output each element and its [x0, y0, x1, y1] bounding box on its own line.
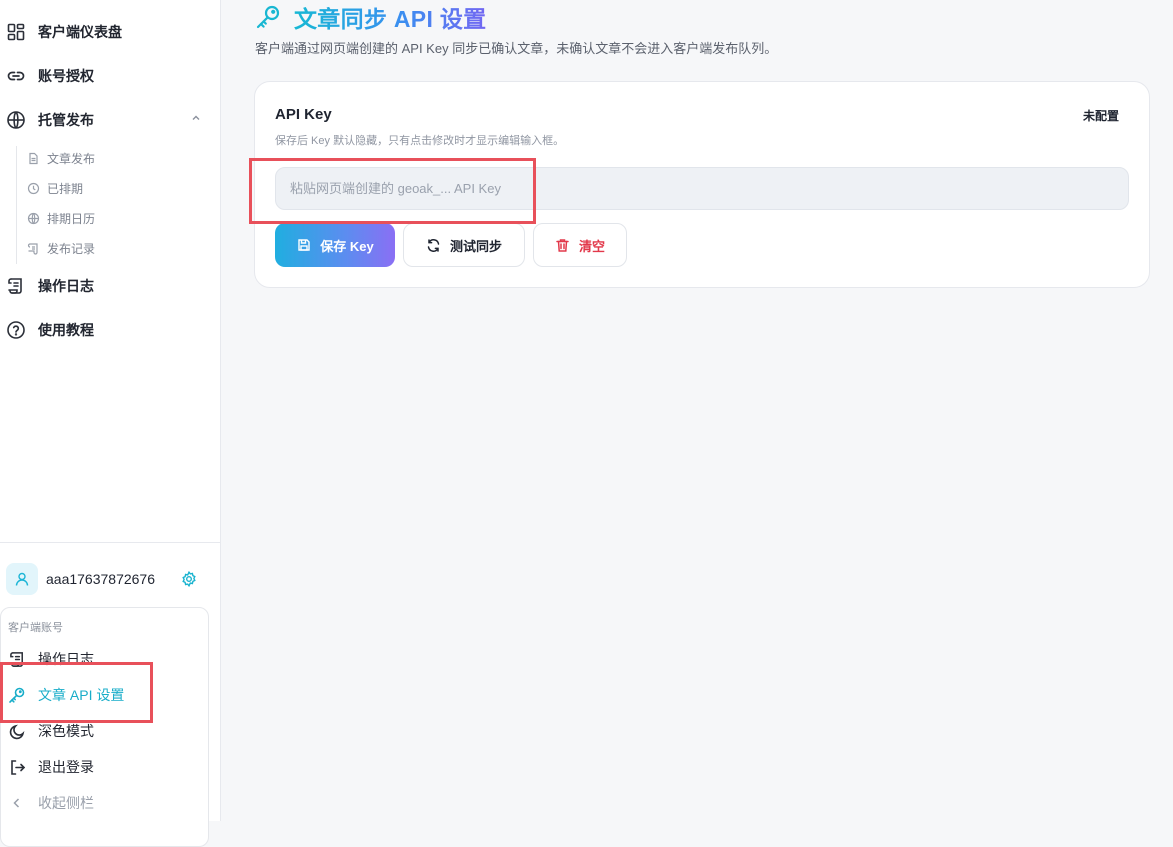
- account-menu: 客户端账号 操作日志 文章 API 设置 深色模式 退出登录 收起侧栏: [0, 607, 209, 847]
- page-title: 文章同步 API 设置: [294, 0, 486, 34]
- sub-item-schedule-calendar[interactable]: 排期日历: [26, 207, 95, 229]
- scroll-icon: [8, 650, 26, 668]
- logout-icon: [8, 758, 26, 776]
- chevron-up-icon: [190, 111, 202, 129]
- menu-item-label: 文章 API 设置: [38, 687, 125, 703]
- globe-icon: [6, 110, 26, 130]
- menu-item-operation-log[interactable]: 操作日志: [1, 644, 208, 674]
- nav-item-label: 客户端仪表盘: [38, 24, 122, 40]
- sub-item-article-publish[interactable]: 文章发布: [26, 147, 95, 169]
- document-icon: [26, 151, 40, 165]
- save-icon: [296, 237, 312, 253]
- clear-button[interactable]: 清空: [533, 223, 627, 267]
- api-key-input[interactable]: [275, 167, 1129, 210]
- sub-item-publish-records[interactable]: 发布记录: [26, 237, 95, 259]
- card-title: API Key: [275, 106, 332, 123]
- menu-item-label: 收起侧栏: [38, 795, 94, 811]
- menu-item-dark-mode[interactable]: 深色模式: [1, 716, 208, 746]
- sub-item-label: 已排期: [47, 181, 84, 196]
- menu-item-label: 深色模式: [38, 723, 94, 739]
- sub-item-label: 排期日历: [47, 211, 96, 226]
- menu-item-label: 操作日志: [38, 651, 94, 667]
- key-icon: [254, 3, 282, 31]
- page-header: 文章同步 API 设置: [254, 2, 486, 32]
- trash-icon: [555, 237, 571, 253]
- sub-item-label: 发布记录: [47, 241, 96, 256]
- link-icon: [6, 66, 26, 86]
- globe-icon: [26, 211, 40, 225]
- clock-icon: [26, 181, 40, 195]
- avatar[interactable]: [6, 563, 38, 595]
- nav-item-label: 账号授权: [38, 68, 94, 84]
- scroll-icon: [6, 276, 26, 296]
- user-profile-row: aaa17637872676: [6, 562, 206, 596]
- sidebar: 客户端仪表盘 账号授权 托管发布 文章发布 已排期 排期日历 发布记录 操作日志…: [0, 0, 221, 847]
- nav-item-label: 托管发布: [38, 112, 94, 128]
- nav-item-label: 操作日志: [38, 278, 94, 294]
- submenu-guide-line: [16, 146, 17, 264]
- nav-item-label: 使用教程: [38, 322, 94, 338]
- dashboard-grid-icon: [6, 22, 26, 42]
- menu-item-article-api-settings[interactable]: 文章 API 设置: [1, 680, 208, 710]
- sub-item-label: 文章发布: [47, 151, 96, 166]
- menu-item-collapse-sidebar[interactable]: 收起侧栏: [1, 788, 208, 818]
- page-subtitle: 客户端通过网页端创建的 API Key 同步已确认文章，未确认文章不会进入客户端…: [255, 41, 778, 56]
- status-badge: 未配置: [1082, 109, 1119, 123]
- user-icon: [15, 572, 29, 586]
- clear-label: 清空: [578, 238, 605, 254]
- account-menu-header: 客户端账号: [8, 622, 63, 634]
- test-sync-button[interactable]: 测试同步: [403, 223, 525, 267]
- save-key-label: 保存 Key: [320, 238, 374, 254]
- sub-item-scheduled[interactable]: 已排期: [26, 177, 83, 199]
- menu-item-label: 退出登录: [38, 759, 94, 775]
- nav-item-operation-log[interactable]: 操作日志: [0, 268, 220, 304]
- save-key-button[interactable]: 保存 Key: [275, 223, 395, 267]
- card-hint: 保存后 Key 默认隐藏，只有点击修改时才显示编辑输入框。: [275, 135, 565, 147]
- help-circle-icon: [6, 320, 26, 340]
- sidebar-divider: [0, 542, 220, 543]
- moon-icon: [8, 722, 26, 740]
- test-sync-label: 测试同步: [449, 238, 502, 254]
- gear-icon[interactable]: [180, 570, 198, 588]
- nav-item-hosted-publish[interactable]: 托管发布: [0, 102, 220, 138]
- api-key-card: API Key 未配置 保存后 Key 默认隐藏，只有点击修改时才显示编辑输入框…: [254, 81, 1150, 288]
- username: aaa17637872676: [46, 571, 156, 587]
- nav-item-dashboard[interactable]: 客户端仪表盘: [0, 14, 220, 50]
- scroll-icon: [26, 241, 40, 255]
- refresh-icon: [426, 237, 442, 253]
- nav-item-tutorial[interactable]: 使用教程: [0, 312, 220, 348]
- menu-item-logout[interactable]: 退出登录: [1, 752, 208, 782]
- key-icon: [8, 686, 26, 704]
- chevron-left-icon: [8, 794, 26, 812]
- nav-item-account-auth[interactable]: 账号授权: [0, 58, 220, 94]
